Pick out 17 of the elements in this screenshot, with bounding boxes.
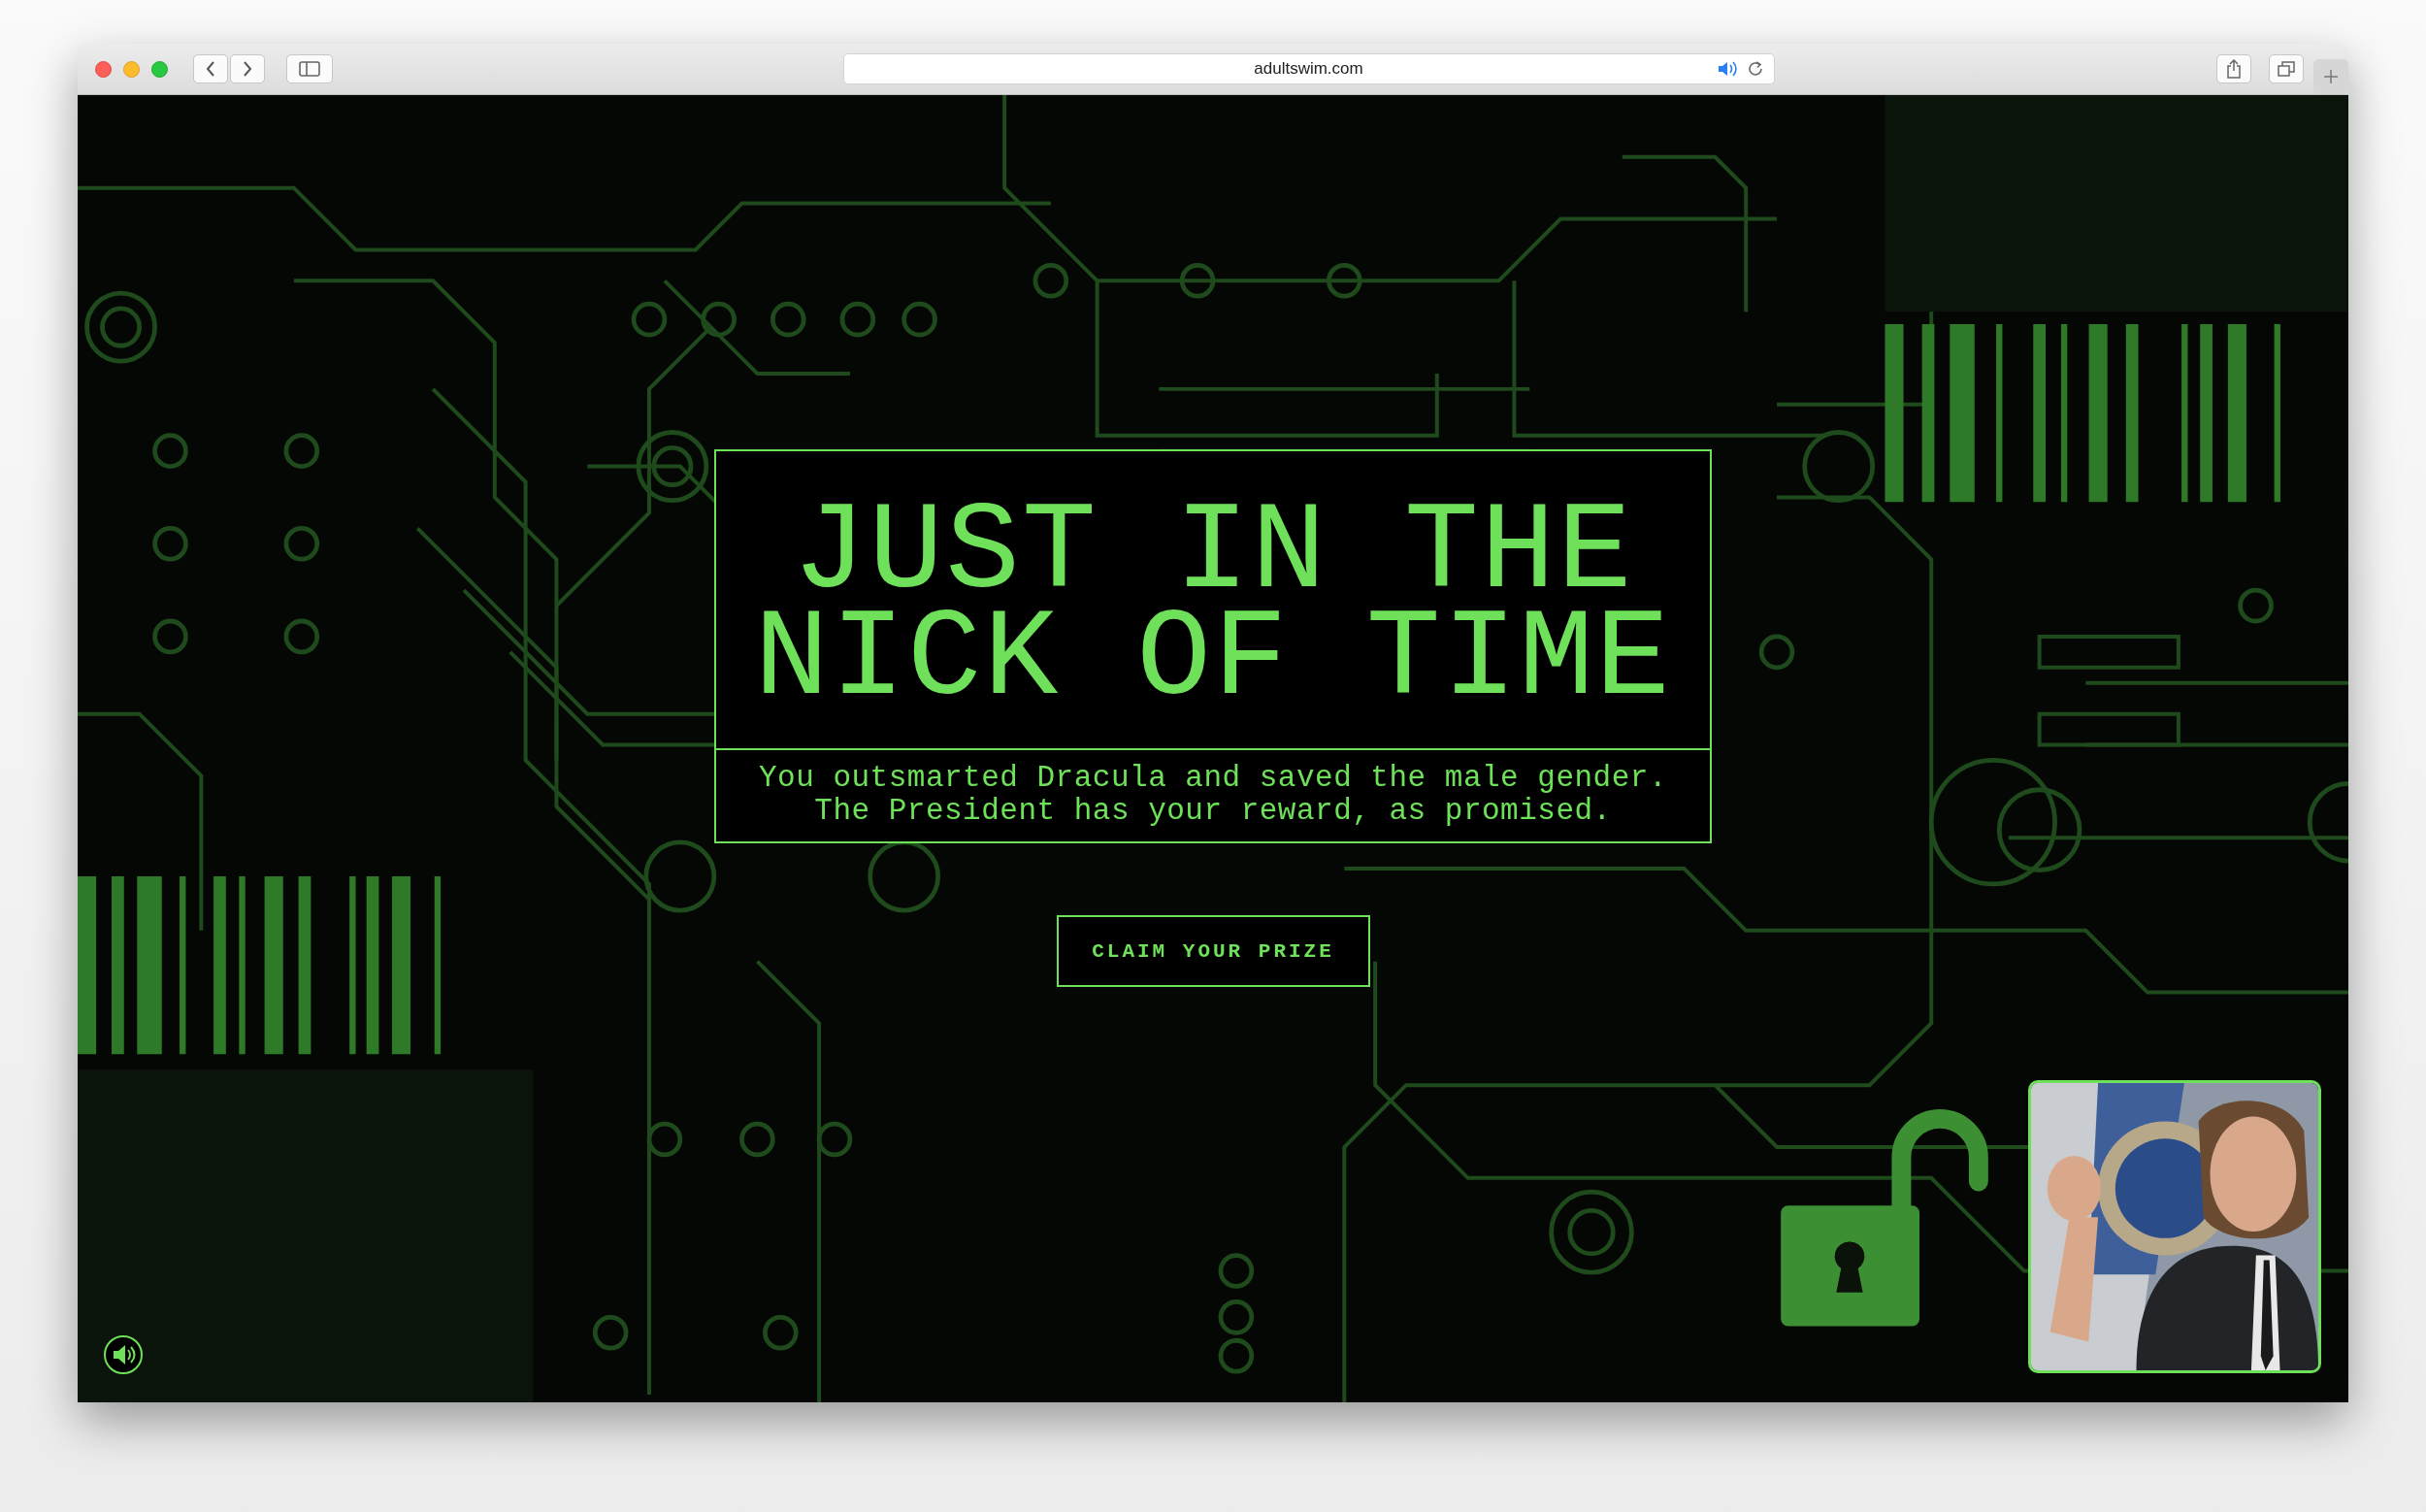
share-icon [2226,59,2242,79]
zoom-window-icon[interactable] [151,60,168,78]
back-button[interactable] [193,54,228,83]
chevron-left-icon [206,61,215,77]
reload-icon[interactable] [1746,60,1764,78]
new-tab-button[interactable] [2313,59,2348,94]
share-button[interactable] [2216,54,2251,83]
forward-button[interactable] [230,54,265,83]
tabs-icon [2278,61,2295,77]
plus-icon [2323,69,2339,84]
sidebar-icon [299,61,320,77]
url-text: adultswim.com [1254,59,1363,79]
address-field[interactable]: adultswim.com [842,53,1775,84]
tabs-button[interactable] [2269,54,2304,83]
chevron-right-icon [243,61,252,77]
sidebar-button[interactable] [286,54,333,83]
close-window-icon[interactable] [95,60,112,78]
